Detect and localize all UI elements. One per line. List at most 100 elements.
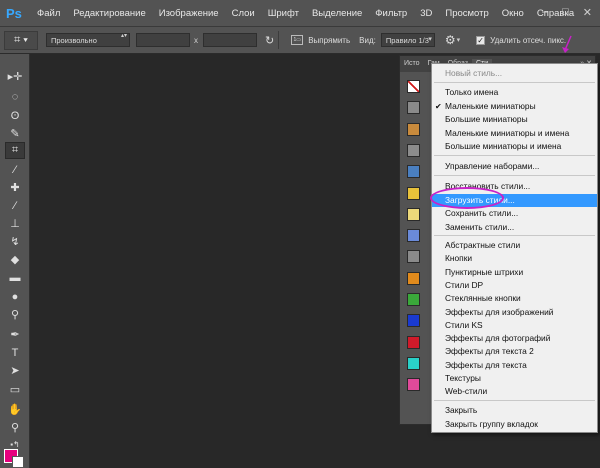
menu-large-list[interactable]: Большие миниатюры и имена	[432, 140, 597, 153]
overlay-view-select[interactable]: Правило 1/3	[380, 33, 435, 47]
history-brush-tool-icon[interactable]: ↯	[5, 233, 25, 250]
menu-library-item[interactable]: Эффекты для изображений	[432, 306, 597, 319]
delete-cropped-checkbox[interactable]: ✓	[476, 35, 486, 45]
hand-tool-icon[interactable]: ✋	[5, 401, 25, 418]
menu-close-tab-group[interactable]: Закрыть группу вкладок	[432, 418, 597, 431]
tab-history[interactable]: Исто	[400, 59, 424, 72]
no-style-swatch[interactable]	[407, 80, 420, 93]
straighten-label[interactable]: Выпрямить	[308, 36, 350, 45]
menu-separator	[434, 155, 595, 156]
ratio-select[interactable]: Произвольно	[46, 33, 130, 47]
marquee-tool-icon[interactable]: ◌	[5, 88, 25, 105]
brush-tool-icon[interactable]: ∕	[5, 197, 25, 214]
clone-stamp-tool-icon[interactable]: ⊥	[5, 215, 25, 232]
style-swatch[interactable]	[407, 143, 420, 157]
menu-image[interactable]: Изображение	[159, 8, 219, 19]
style-swatch[interactable]	[407, 186, 420, 200]
style-swatch[interactable]	[407, 378, 420, 392]
menu-window[interactable]: Окно	[502, 8, 524, 19]
menu-text-only[interactable]: Только имена	[432, 86, 597, 99]
menu-replace-styles[interactable]: Заменить стили...	[432, 221, 597, 234]
healing-brush-tool-icon[interactable]: ✚	[5, 179, 25, 196]
path-selection-tool-icon[interactable]: ➤	[5, 362, 25, 379]
menu-library-item[interactable]: Стили KS	[432, 319, 597, 332]
options-bar: ⌗ ▾ Произвольно x ↻ 1▭ Выпрямить Вид: Пр…	[0, 27, 600, 54]
photoshop-logo[interactable]: Ps	[6, 4, 28, 22]
menu-library-item[interactable]: Web-стили	[432, 385, 597, 398]
divider	[278, 31, 280, 49]
tools-panel: ▸✛ ◌ ʘ ✎ ⌗ ⁄ ✚ ∕ ⊥ ↯ ◆ ▬ ● ⚲ ✒ T ➤ ▭ ✋ ⚲…	[0, 54, 30, 468]
menu-file[interactable]: Файл	[37, 8, 60, 19]
styles-panel-menu: Новый стиль... Только имена ✔ Маленькие …	[431, 63, 598, 433]
eyedropper-tool-icon[interactable]: ⁄	[5, 161, 25, 178]
menu-library-item[interactable]: Эффекты для текста	[432, 359, 597, 372]
menu-view[interactable]: Просмотр	[445, 8, 488, 19]
menu-layers[interactable]: Слои	[232, 8, 255, 19]
menu-type[interactable]: Шрифт	[268, 8, 299, 19]
background-color-swatch[interactable]	[12, 456, 24, 468]
lasso-tool-icon[interactable]: ʘ	[5, 107, 25, 124]
style-swatch[interactable]	[407, 207, 420, 221]
pointer-arrow-annotation	[562, 35, 572, 53]
width-input[interactable]	[136, 33, 190, 47]
move-tool-icon[interactable]: ▸✛	[5, 68, 25, 85]
menu-large-thumbnails[interactable]: Большие миниатюры	[432, 113, 597, 126]
delete-cropped-label: Удалить отсеч. пикс.	[490, 35, 567, 45]
gear-icon[interactable]: ⚙	[445, 33, 456, 47]
menu-small-thumbnails-label: Маленькие миниатюры	[445, 100, 536, 111]
window-controls: – □ ✕	[542, 6, 592, 19]
height-input[interactable]	[203, 33, 257, 47]
swap-dimensions-label[interactable]: x	[194, 36, 198, 45]
crop-tool-icon[interactable]: ⌗	[5, 142, 25, 159]
zoom-tool-icon[interactable]: ⚲	[5, 419, 25, 436]
dodge-tool-icon[interactable]: ⚲	[5, 306, 25, 323]
menu-library-item[interactable]: Стили DP	[432, 279, 597, 292]
menu-library-item[interactable]: Кнопки	[432, 252, 597, 265]
style-swatch[interactable]	[407, 250, 420, 264]
quick-select-tool-icon[interactable]: ✎	[5, 125, 25, 142]
minimize-button[interactable]: –	[542, 6, 548, 19]
style-swatch[interactable]	[407, 293, 420, 306]
style-swatch[interactable]	[407, 335, 420, 349]
pen-tool-icon[interactable]: ✒	[5, 326, 25, 343]
gradient-tool-icon[interactable]: ▬	[5, 269, 25, 286]
style-swatch[interactable]	[407, 314, 420, 328]
check-icon: ✔	[435, 101, 442, 111]
highlight-ellipse-annotation	[430, 187, 504, 209]
menu-separator	[434, 175, 595, 176]
menu-library-item[interactable]: Стеклянные кнопки	[432, 292, 597, 305]
maximize-button[interactable]: □	[562, 6, 569, 19]
menu-library-item[interactable]: Текстуры	[432, 372, 597, 385]
close-button[interactable]: ✕	[583, 6, 592, 19]
menu-separator	[434, 400, 595, 401]
menu-library-item[interactable]: Эффекты для текста 2	[432, 345, 597, 358]
menu-save-styles[interactable]: Сохранить стили...	[432, 207, 597, 220]
menu-close[interactable]: Закрыть	[432, 404, 597, 417]
eraser-tool-icon[interactable]: ◆	[5, 251, 25, 268]
menu-select[interactable]: Выделение	[312, 8, 362, 19]
blur-tool-icon[interactable]: ●	[5, 288, 25, 305]
straighten-icon[interactable]: 1▭	[291, 35, 304, 45]
menu-filter[interactable]: Фильтр	[375, 8, 407, 19]
style-swatch[interactable]	[407, 271, 420, 285]
menu-small-list[interactable]: Маленькие миниатюры и имена	[432, 127, 597, 140]
type-tool-icon[interactable]: T	[5, 344, 25, 361]
style-swatch[interactable]	[407, 356, 420, 370]
menu-small-thumbnails[interactable]: ✔ Маленькие миниатюры	[432, 100, 597, 113]
style-swatch[interactable]	[407, 101, 420, 115]
menu-library-item[interactable]: Пунктирные штрихи	[432, 266, 597, 279]
menu-edit[interactable]: Редактирование	[73, 8, 145, 19]
menu-bar: Ps Файл Редактирование Изображение Слои …	[0, 0, 600, 27]
rotate-icon[interactable]: ↻	[265, 34, 274, 47]
style-swatch[interactable]	[407, 229, 420, 243]
style-swatch[interactable]	[407, 165, 420, 179]
menu-separator	[434, 82, 595, 83]
menu-3d[interactable]: 3D	[420, 8, 432, 19]
style-swatch[interactable]	[407, 122, 420, 136]
shape-tool-icon[interactable]: ▭	[5, 381, 25, 398]
crop-tool-preset-icon[interactable]: ⌗ ▾	[4, 30, 38, 50]
menu-separator	[434, 235, 595, 236]
menu-library-item[interactable]: Абстрактные стили	[432, 239, 597, 252]
menu-preset-manager[interactable]: Управление наборами...	[432, 160, 597, 173]
menu-library-item[interactable]: Эффекты для фотографий	[432, 332, 597, 345]
